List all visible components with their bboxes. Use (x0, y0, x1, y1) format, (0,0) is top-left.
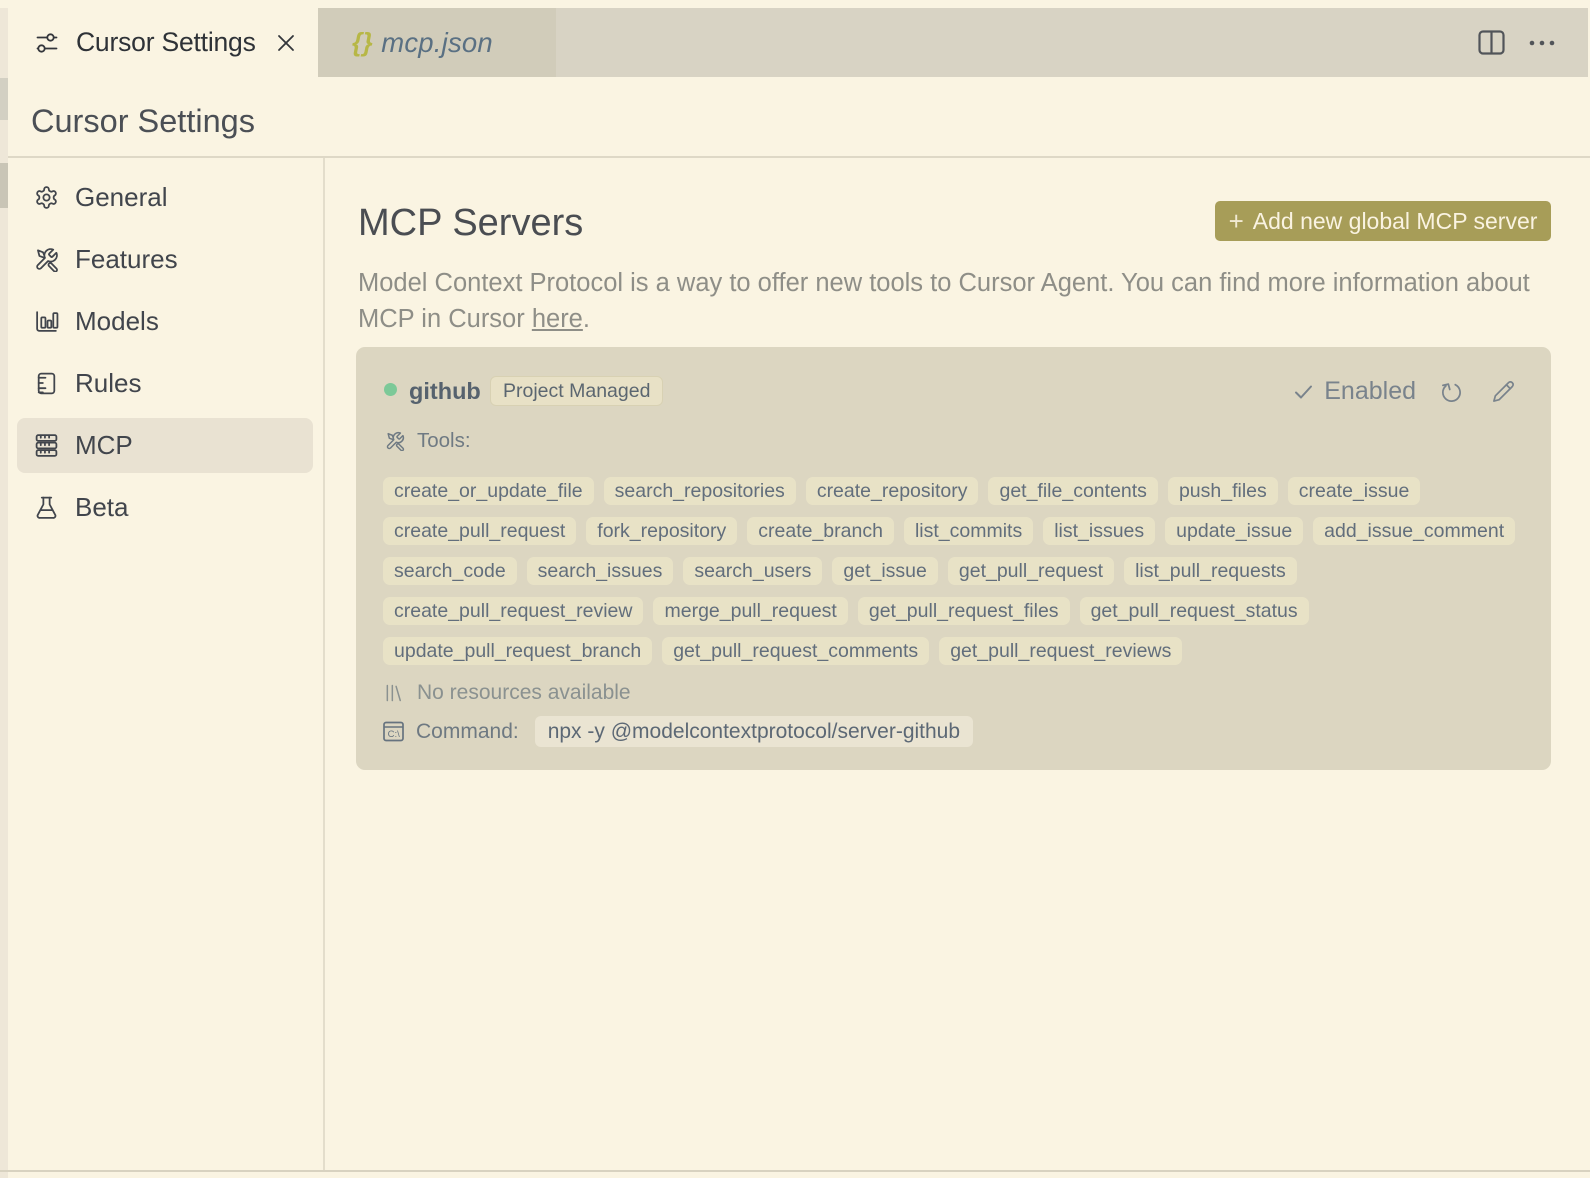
svg-text:C:\: C:\ (388, 729, 401, 740)
